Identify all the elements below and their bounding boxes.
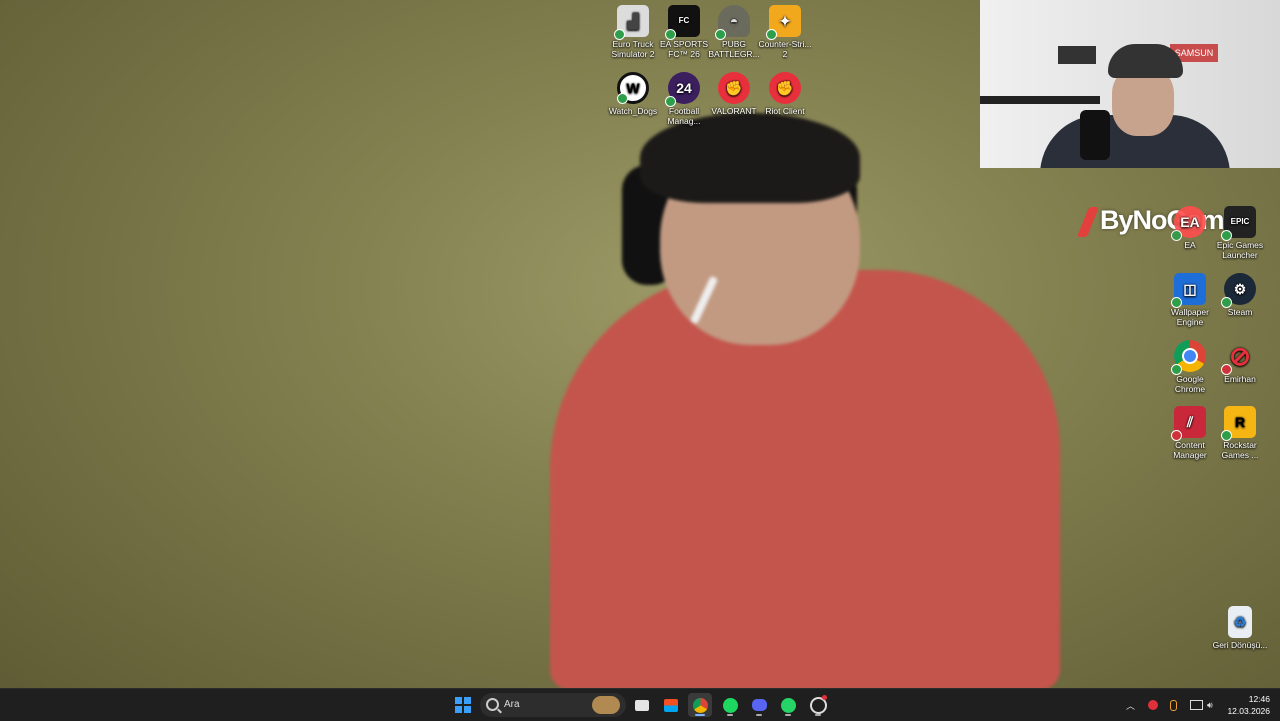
microphone-icon xyxy=(1170,699,1177,711)
desktop-icon-pubg[interactable]: ◓ PUBG BATTLEGR... xyxy=(705,5,763,59)
chrome-icon xyxy=(692,697,708,713)
riot-icon: ✊ xyxy=(769,72,801,104)
steam-icon: ⚙ xyxy=(1221,273,1256,308)
chrome-icon xyxy=(1171,340,1206,375)
desktop-icon-valorant[interactable]: ✊ VALORANT xyxy=(705,72,763,116)
riot-icon: ✊ xyxy=(718,72,750,104)
search-highlight-image xyxy=(592,696,620,714)
whatsapp-icon xyxy=(780,697,796,713)
truck-icon: ▟ xyxy=(614,5,649,40)
store-icon xyxy=(664,698,678,712)
taskbar-clock[interactable]: 12:46 12.03.2026 xyxy=(1227,693,1270,717)
taskbar-spotify[interactable] xyxy=(718,693,742,717)
desktop-icon-rockstar[interactable]: R Rockstar Games ... xyxy=(1211,406,1269,460)
wall-sign xyxy=(1058,46,1096,64)
spotify-icon xyxy=(722,697,738,713)
desktop-icon-watch-dogs[interactable]: W Watch_Dogs xyxy=(604,72,662,116)
tray-volume[interactable]: 🔊︎ xyxy=(1207,689,1213,721)
content-manager-icon: ⫽ xyxy=(1171,406,1206,441)
taskbar-obs[interactable] xyxy=(806,693,830,717)
discord-icon xyxy=(751,699,767,711)
desktop-icon-counter-strike[interactable]: ✦ Counter-Stri... 2 xyxy=(756,5,814,59)
streamer-video-figure xyxy=(540,95,1080,690)
desktop-icon-euro-truck[interactable]: ▟ Euro Truck Simulator 2 xyxy=(604,5,662,59)
desktop-icon-recycle-bin[interactable]: ♻ Geri Dönüşü... xyxy=(1211,606,1269,650)
microphone xyxy=(1080,110,1110,160)
watch-dogs-icon: W xyxy=(617,72,649,104)
taskbar-search[interactable]: Ara xyxy=(480,693,626,717)
webcam-overlay: SAMSUN xyxy=(980,0,1280,168)
taskbar: Ara ︿ 🔊︎ 12:46 12.03.2026 xyxy=(0,688,1280,721)
tray-app-icon[interactable] xyxy=(1148,689,1158,721)
ea-icon: EA xyxy=(1171,206,1206,241)
clock-date: 12.03.2026 xyxy=(1227,706,1270,716)
taskbar-whatsapp[interactable] xyxy=(776,693,800,717)
wallpaper-engine-icon: ◫ xyxy=(1171,273,1206,308)
tray-overflow-chevron[interactable]: ︿ xyxy=(1126,689,1135,721)
tray-network[interactable] xyxy=(1190,689,1203,721)
ea-fc-icon: FC xyxy=(665,5,700,40)
taskbar-chrome[interactable] xyxy=(688,693,712,717)
volume-icon: 🔊︎ xyxy=(1207,699,1213,710)
pubg-icon: ◓ xyxy=(715,5,750,40)
tray-microphone[interactable] xyxy=(1170,689,1177,721)
desktop-icon-riot-client[interactable]: ✊ Riot Client xyxy=(756,72,814,116)
desktop-icon-emirhan[interactable]: ⊘ Emirhan xyxy=(1211,340,1269,384)
counter-strike-icon: ✦ xyxy=(766,5,801,40)
desktop-icon-steam[interactable]: ⚙ Steam xyxy=(1211,273,1269,317)
file-explorer-icon xyxy=(635,699,649,711)
rockstar-icon: R xyxy=(1221,406,1256,441)
desktop-icon-epic-games[interactable]: EPIC Epic Games Launcher xyxy=(1211,206,1269,260)
start-button[interactable] xyxy=(451,693,475,717)
search-icon xyxy=(486,698,499,711)
taskbar-store[interactable] xyxy=(659,693,683,717)
emirhan-icon: ⊘ xyxy=(1221,340,1256,375)
clock-time: 12:46 xyxy=(1248,694,1270,704)
windows-icon xyxy=(455,697,471,713)
taskbar-discord[interactable] xyxy=(747,693,771,717)
chevron-up-icon: ︿ xyxy=(1126,700,1136,711)
network-icon xyxy=(1190,700,1203,710)
epic-games-icon: EPIC xyxy=(1221,206,1256,241)
tray-red-app-icon xyxy=(1148,700,1158,710)
football-manager-icon: 24 xyxy=(665,72,700,107)
taskbar-file-explorer[interactable] xyxy=(630,693,654,717)
recycle-bin-icon: ♻ xyxy=(1228,606,1252,638)
